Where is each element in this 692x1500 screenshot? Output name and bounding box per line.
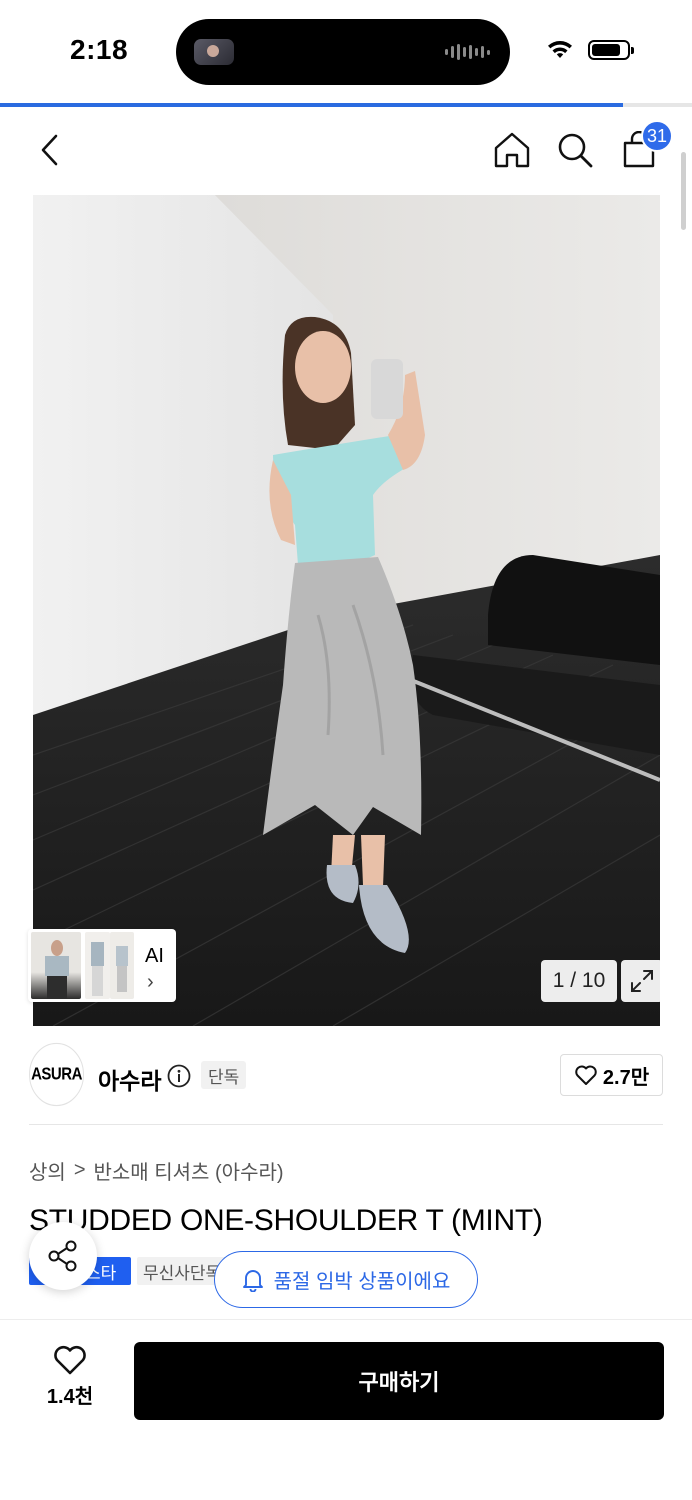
cart-button[interactable]: 31 — [617, 120, 673, 172]
wifi-icon — [548, 41, 572, 58]
divider — [29, 1124, 663, 1125]
brand-logo[interactable]: ASURA — [29, 1042, 84, 1107]
product-photo-illustration — [33, 195, 660, 1026]
brand-like-button[interactable]: 2.7만 — [560, 1054, 663, 1096]
search-icon — [558, 133, 593, 168]
heart-icon — [575, 1065, 597, 1085]
expand-image-button[interactable] — [621, 960, 663, 1002]
brand-name[interactable]: 아수라 — [98, 1062, 161, 1096]
share-icon — [48, 1240, 77, 1272]
bottom-action-bar: 1.4천 구매하기 — [0, 1319, 692, 1500]
bell-icon — [242, 1269, 263, 1292]
soldout-warning-banner[interactable]: 품절 임박 상품이에요 — [214, 1251, 478, 1308]
ai-thumbnail — [110, 932, 134, 999]
status-time: 2:18 — [70, 34, 129, 65]
product-title: STUDDED ONE-SHOULDER T (MINT) — [29, 1204, 543, 1237]
ai-thumbnail — [85, 932, 110, 999]
ai-similar-styles-card[interactable]: AI › — [28, 929, 176, 1002]
wishlist-count: 1.4천 — [46, 1386, 94, 1408]
brand-row: ASURA 아수라 단독 2.7만 — [0, 1040, 692, 1110]
battery-icon — [588, 40, 634, 60]
brand-like-count: 2.7만 — [602, 1066, 650, 1089]
page-progress-bar — [0, 103, 692, 107]
back-button[interactable] — [28, 128, 72, 172]
chevron-right-icon: › — [147, 971, 154, 993]
audio-wave-icon — [445, 43, 490, 61]
top-navigation: 31 — [0, 110, 692, 192]
ai-thumbnail — [31, 932, 81, 999]
buy-button[interactable]: 구매하기 — [134, 1342, 664, 1420]
home-button[interactable] — [490, 128, 534, 172]
breadcrumb-separator: > — [73, 1159, 86, 1181]
heart-icon — [54, 1345, 86, 1375]
cart-count-badge: 31 — [641, 120, 673, 152]
exclusive-badge: 단독 — [201, 1061, 247, 1089]
breadcrumb: 상의 > 반소매 티셔츠 (아수라) — [29, 1156, 284, 1185]
dynamic-island — [176, 19, 510, 85]
home-icon — [494, 132, 530, 168]
share-button[interactable] — [29, 1222, 97, 1290]
now-playing-thumbnail — [194, 39, 234, 65]
soldout-warning-text: 품절 임박 상품이에요 — [273, 1271, 451, 1293]
breadcrumb-category[interactable]: 상의 — [29, 1156, 66, 1185]
breadcrumb-subcategory[interactable]: 반소매 티셔츠 (아수라) — [94, 1156, 284, 1185]
wishlist-button[interactable]: 1.4천 — [40, 1344, 100, 1414]
page-progress-fill — [0, 103, 623, 107]
info-icon[interactable] — [167, 1064, 191, 1088]
status-bar: 2:18 — [0, 0, 692, 100]
expand-icon — [631, 970, 653, 992]
status-indicators — [546, 40, 634, 60]
search-button[interactable] — [553, 128, 597, 172]
back-icon — [41, 134, 58, 166]
scrollbar[interactable] — [681, 152, 686, 230]
ai-label: AI — [145, 945, 164, 967]
image-counter: 1 / 10 — [541, 960, 617, 1002]
product-image[interactable] — [33, 195, 660, 1026]
